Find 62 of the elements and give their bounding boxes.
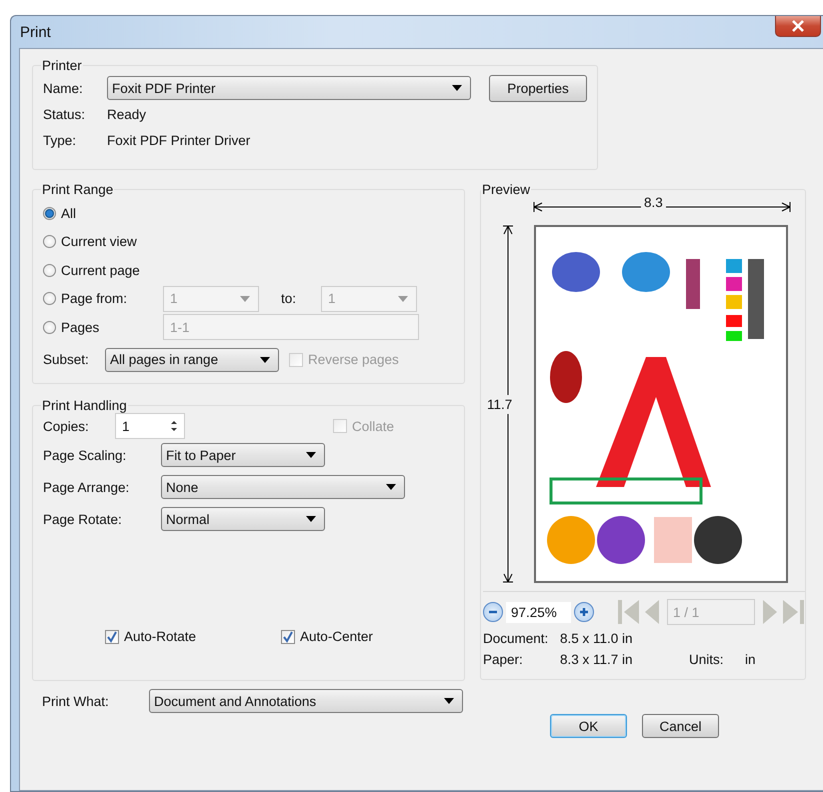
field-label: Type: [43,132,78,148]
close-button[interactable] [775,16,821,37]
radio-button[interactable]: Current view [43,234,163,250]
plus-icon [579,607,589,617]
radio-button[interactable]: Pages [43,320,163,335]
group-title: Printer [41,58,83,73]
field-label: Copies: [43,418,90,434]
dropdown[interactable]: Fit to Paper [161,443,325,467]
checkbox[interactable]: Auto-Center [281,629,373,644]
group-title: Preview [481,182,532,197]
print-what-dropdown[interactable]: Document and Annotations [149,689,463,713]
last-page-button[interactable] [781,599,805,625]
zoom-field[interactable]: 97.25% [506,602,571,622]
next-page-button[interactable] [762,599,778,625]
group-title: Print Handling [41,398,128,413]
field-label: Page Scaling: [43,448,128,462]
check-icon [106,630,118,642]
properties-button[interactable]: Properties [489,74,587,102]
field-label: Document: [483,631,550,646]
dialog-button[interactable]: OK [550,714,627,738]
caret-icon [306,516,316,522]
zoom-in-button[interactable] [574,602,594,622]
radio-button[interactable]: Current page [43,262,163,278]
spinner-arrows-icon [170,419,178,433]
caret-icon [240,296,250,302]
dropdown[interactable]: None [161,475,405,499]
units-value: in [745,652,756,667]
close-icon [791,20,805,32]
check-icon [282,630,294,642]
group-title: Print Range [41,182,114,197]
checkbox[interactable]: Auto-Rotate [105,629,196,644]
field-label: Units: [689,652,725,667]
copies-spinbox[interactable]: 1 [115,413,185,439]
type-value: Foxit PDF Printer Driver [107,132,250,148]
field-label: Status: [43,106,86,122]
field-label: Name: [43,80,84,96]
paper-size: 8.3 x 11.7 in [560,652,634,667]
subset-dropdown[interactable]: All pages in range [105,348,279,372]
height-label: 11.7 [487,395,512,414]
caret-icon [444,698,454,704]
dialog-button[interactable]: Cancel [642,714,719,738]
document-size: 8.5 x 11.0 in [560,631,633,646]
window-title: Print [20,24,51,40]
caret-icon [260,356,270,363]
previous-page-button[interactable] [644,599,660,625]
field-label: to: [280,291,298,306]
radio-button[interactable]: All [43,206,163,221]
dropdown[interactable]: Normal [161,507,325,531]
field-label: Paper: [483,652,524,667]
caret-icon [452,85,462,91]
field-label: Page Arrange: [43,480,130,494]
field-label: Page Rotate: [43,512,123,526]
zoom-out-button[interactable] [483,602,503,622]
field-label: Subset: [43,352,90,368]
width-label: 8.3 [641,195,666,210]
caret-icon [306,452,316,458]
status-value: Ready [107,106,146,122]
radio-button[interactable]: Page from: [43,291,163,306]
field-label: Print What: [41,694,110,708]
caret-icon [398,296,408,302]
caret-icon [386,484,396,490]
printer-dropdown[interactable]: Foxit PDF Printer [107,76,471,100]
